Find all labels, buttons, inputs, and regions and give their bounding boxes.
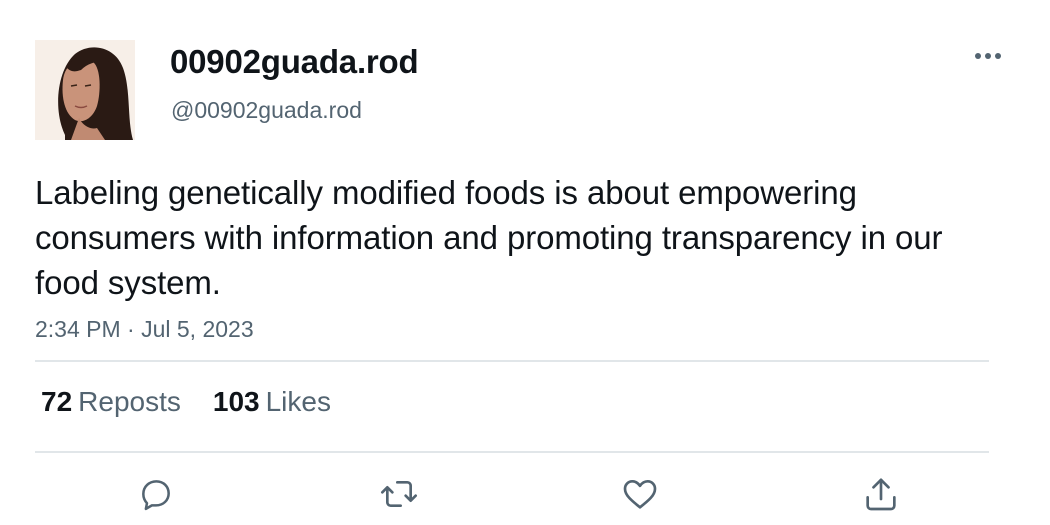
share-button[interactable] (861, 474, 901, 514)
likes-stat[interactable]: 103 Likes (213, 386, 331, 418)
reply-button[interactable] (136, 474, 176, 514)
reposts-count: 72 (41, 386, 73, 417)
more-icon (975, 53, 1001, 59)
display-name[interactable]: 00902guada.rod (170, 43, 419, 81)
tweet-card: 00902guada.rod @00902guada.rod Labeling … (0, 0, 1050, 525)
user-handle[interactable]: @00902guada.rod (171, 97, 362, 124)
repost-button[interactable] (379, 474, 419, 514)
repost-icon (381, 481, 417, 507)
avatar[interactable] (35, 40, 135, 140)
likes-count: 103 (212, 386, 260, 417)
reply-icon (142, 480, 170, 511)
tweet-text: Labeling genetically modified foods is a… (35, 174, 943, 301)
heart-icon (623, 480, 657, 509)
more-button[interactable] (970, 42, 1006, 70)
profile-photo (35, 40, 135, 140)
divider (35, 360, 989, 362)
timestamp[interactable]: 2:34 PM · Jul 5, 2023 (35, 316, 254, 343)
share-icon (866, 478, 896, 511)
engagement-stats: 72 Reposts 103 Likes (41, 386, 331, 418)
divider (35, 451, 989, 453)
like-button[interactable] (620, 474, 660, 514)
reposts-label: Reposts (78, 386, 181, 417)
reposts-stat[interactable]: 72 Reposts (41, 386, 181, 418)
likes-label: Likes (265, 386, 331, 417)
